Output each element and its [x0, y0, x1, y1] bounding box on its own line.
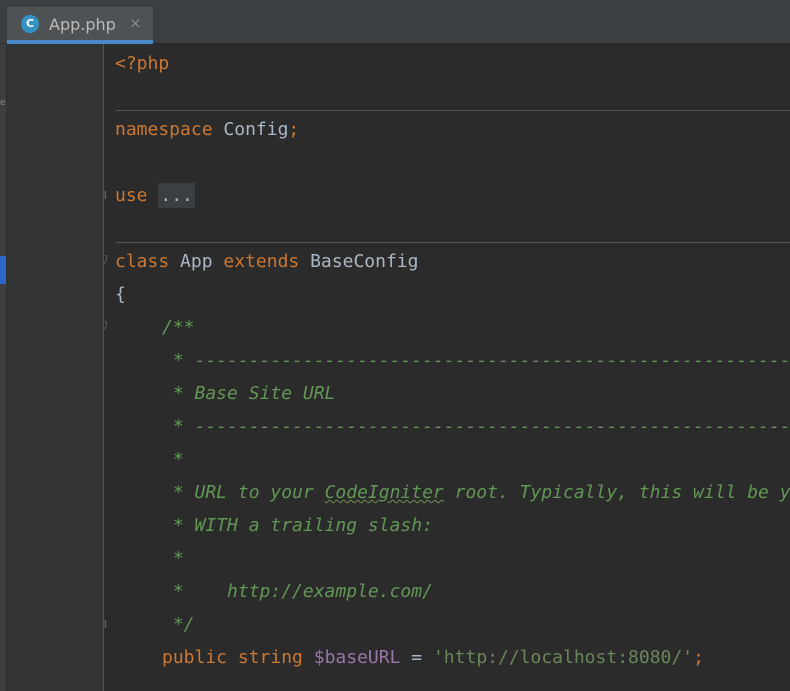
- type-keyword: string: [237, 647, 303, 668]
- code-line[interactable]: 16 * WITH a trailing slash:: [104, 509, 790, 542]
- punctuation: ;: [288, 119, 300, 140]
- doc-comment: * URL to your: [162, 482, 325, 503]
- code-line[interactable]: 15 * URL to your CodeIgniter root. Typic…: [104, 476, 790, 509]
- property-variable: $baseURL: [313, 647, 401, 668]
- code-line[interactable]: 2: [104, 80, 790, 113]
- editor-gutter[interactable]: [6, 44, 104, 691]
- string-literal: 'http://localhost:8080/': [432, 647, 694, 668]
- code-text: */: [162, 608, 195, 641]
- spellcheck-word[interactable]: CodeIgniter: [325, 482, 444, 503]
- section-separator: [115, 242, 790, 243]
- code-text: *: [162, 542, 184, 575]
- code-line[interactable]: 13 * -----------------------------------…: [104, 410, 790, 443]
- code-line[interactable]: 8 ⛉ class App extends BaseConfig: [104, 245, 790, 278]
- code-text: * --------------------------------------…: [162, 344, 790, 377]
- collapse-fold-icon[interactable]: ⛉: [104, 321, 109, 334]
- code-text: * Base Site URL: [162, 377, 336, 410]
- parent-class-name: BaseConfig: [310, 251, 419, 272]
- code-line[interactable]: 18 * http://example.com/: [104, 575, 790, 608]
- code-line[interactable]: 5 ⊞ use ...: [104, 179, 790, 212]
- doc-comment: * http://example.com/: [162, 581, 433, 602]
- code-text: {: [115, 278, 126, 311]
- keyword: use: [115, 185, 148, 206]
- code-text: public string $baseURL = 'http://localho…: [162, 641, 704, 674]
- code-text: *: [162, 443, 184, 476]
- code-line[interactable]: 3 namespace Config;: [104, 113, 790, 146]
- code-text: * WITH a trailing slash:: [162, 509, 433, 542]
- doc-comment: */: [162, 614, 195, 635]
- keyword: extends: [223, 251, 300, 272]
- keyword: public: [162, 647, 228, 668]
- doc-comment: /**: [162, 317, 195, 338]
- code-text: * URL to your CodeIgniter root. Typicall…: [162, 476, 790, 509]
- code-line[interactable]: 14 *: [104, 443, 790, 476]
- code-line[interactable]: 19 ⊟ */: [104, 608, 790, 641]
- editor-tab-bar: C App.php ×: [0, 0, 790, 44]
- code-line[interactable]: 11 * -----------------------------------…: [104, 344, 790, 377]
- code-text: class App extends BaseConfig: [115, 245, 418, 278]
- code-text: <?php: [115, 47, 169, 80]
- code-text: /**: [162, 311, 195, 344]
- code-text: * http://example.com/: [162, 575, 433, 608]
- doc-comment: * WITH a trailing slash:: [162, 515, 433, 536]
- close-icon[interactable]: ×: [129, 13, 142, 33]
- doc-comment: * --------------------------------------…: [172, 416, 790, 437]
- class-name: App: [180, 251, 213, 272]
- code-line[interactable]: 12 * Base Site URL: [104, 377, 790, 410]
- code-line[interactable]: 4: [104, 146, 790, 179]
- code-line[interactable]: 10 ⛉ /**: [104, 311, 790, 344]
- code-line[interactable]: 7: [104, 212, 790, 245]
- punctuation: ;: [693, 647, 704, 668]
- doc-comment: * --------------------------------------…: [172, 350, 790, 371]
- namespace-name: Config: [223, 119, 289, 140]
- code-line[interactable]: 9 {: [104, 278, 790, 311]
- keyword: class: [115, 251, 170, 272]
- doc-comment: *: [162, 449, 184, 470]
- code-line[interactable]: 1 <?php: [104, 47, 790, 80]
- code-line[interactable]: 17 *: [104, 542, 790, 575]
- expand-fold-icon[interactable]: ⊞: [104, 189, 109, 202]
- php-class-icon: C: [21, 15, 39, 33]
- keyword: namespace: [115, 119, 213, 140]
- code-line[interactable]: 21: [104, 674, 790, 691]
- code-text: namespace Config;: [115, 113, 299, 146]
- doc-comment: *: [162, 548, 184, 569]
- doc-comment: root. Typically, this will be your base …: [454, 482, 790, 503]
- code-text: use ...: [115, 179, 195, 212]
- code-text: * --------------------------------------…: [162, 410, 790, 443]
- tab-app-php[interactable]: C App.php ×: [7, 7, 153, 44]
- folded-region[interactable]: ...: [158, 183, 195, 208]
- brace: {: [115, 284, 126, 305]
- fold-end-icon[interactable]: ⊟: [104, 618, 109, 631]
- php-open-tag: <?php: [115, 53, 170, 74]
- code-editor[interactable]: 1 <?php 2 3 namespace Config; 4 5 ⊞ use …: [104, 44, 790, 691]
- operator: =: [400, 647, 433, 668]
- code-line[interactable]: 20 public string $baseURL = 'http://loca…: [104, 641, 790, 674]
- tab-label: App.php: [49, 15, 116, 34]
- doc-comment: * Base Site URL: [162, 383, 336, 404]
- collapse-fold-icon[interactable]: ⛉: [104, 255, 109, 268]
- section-separator: [115, 110, 790, 111]
